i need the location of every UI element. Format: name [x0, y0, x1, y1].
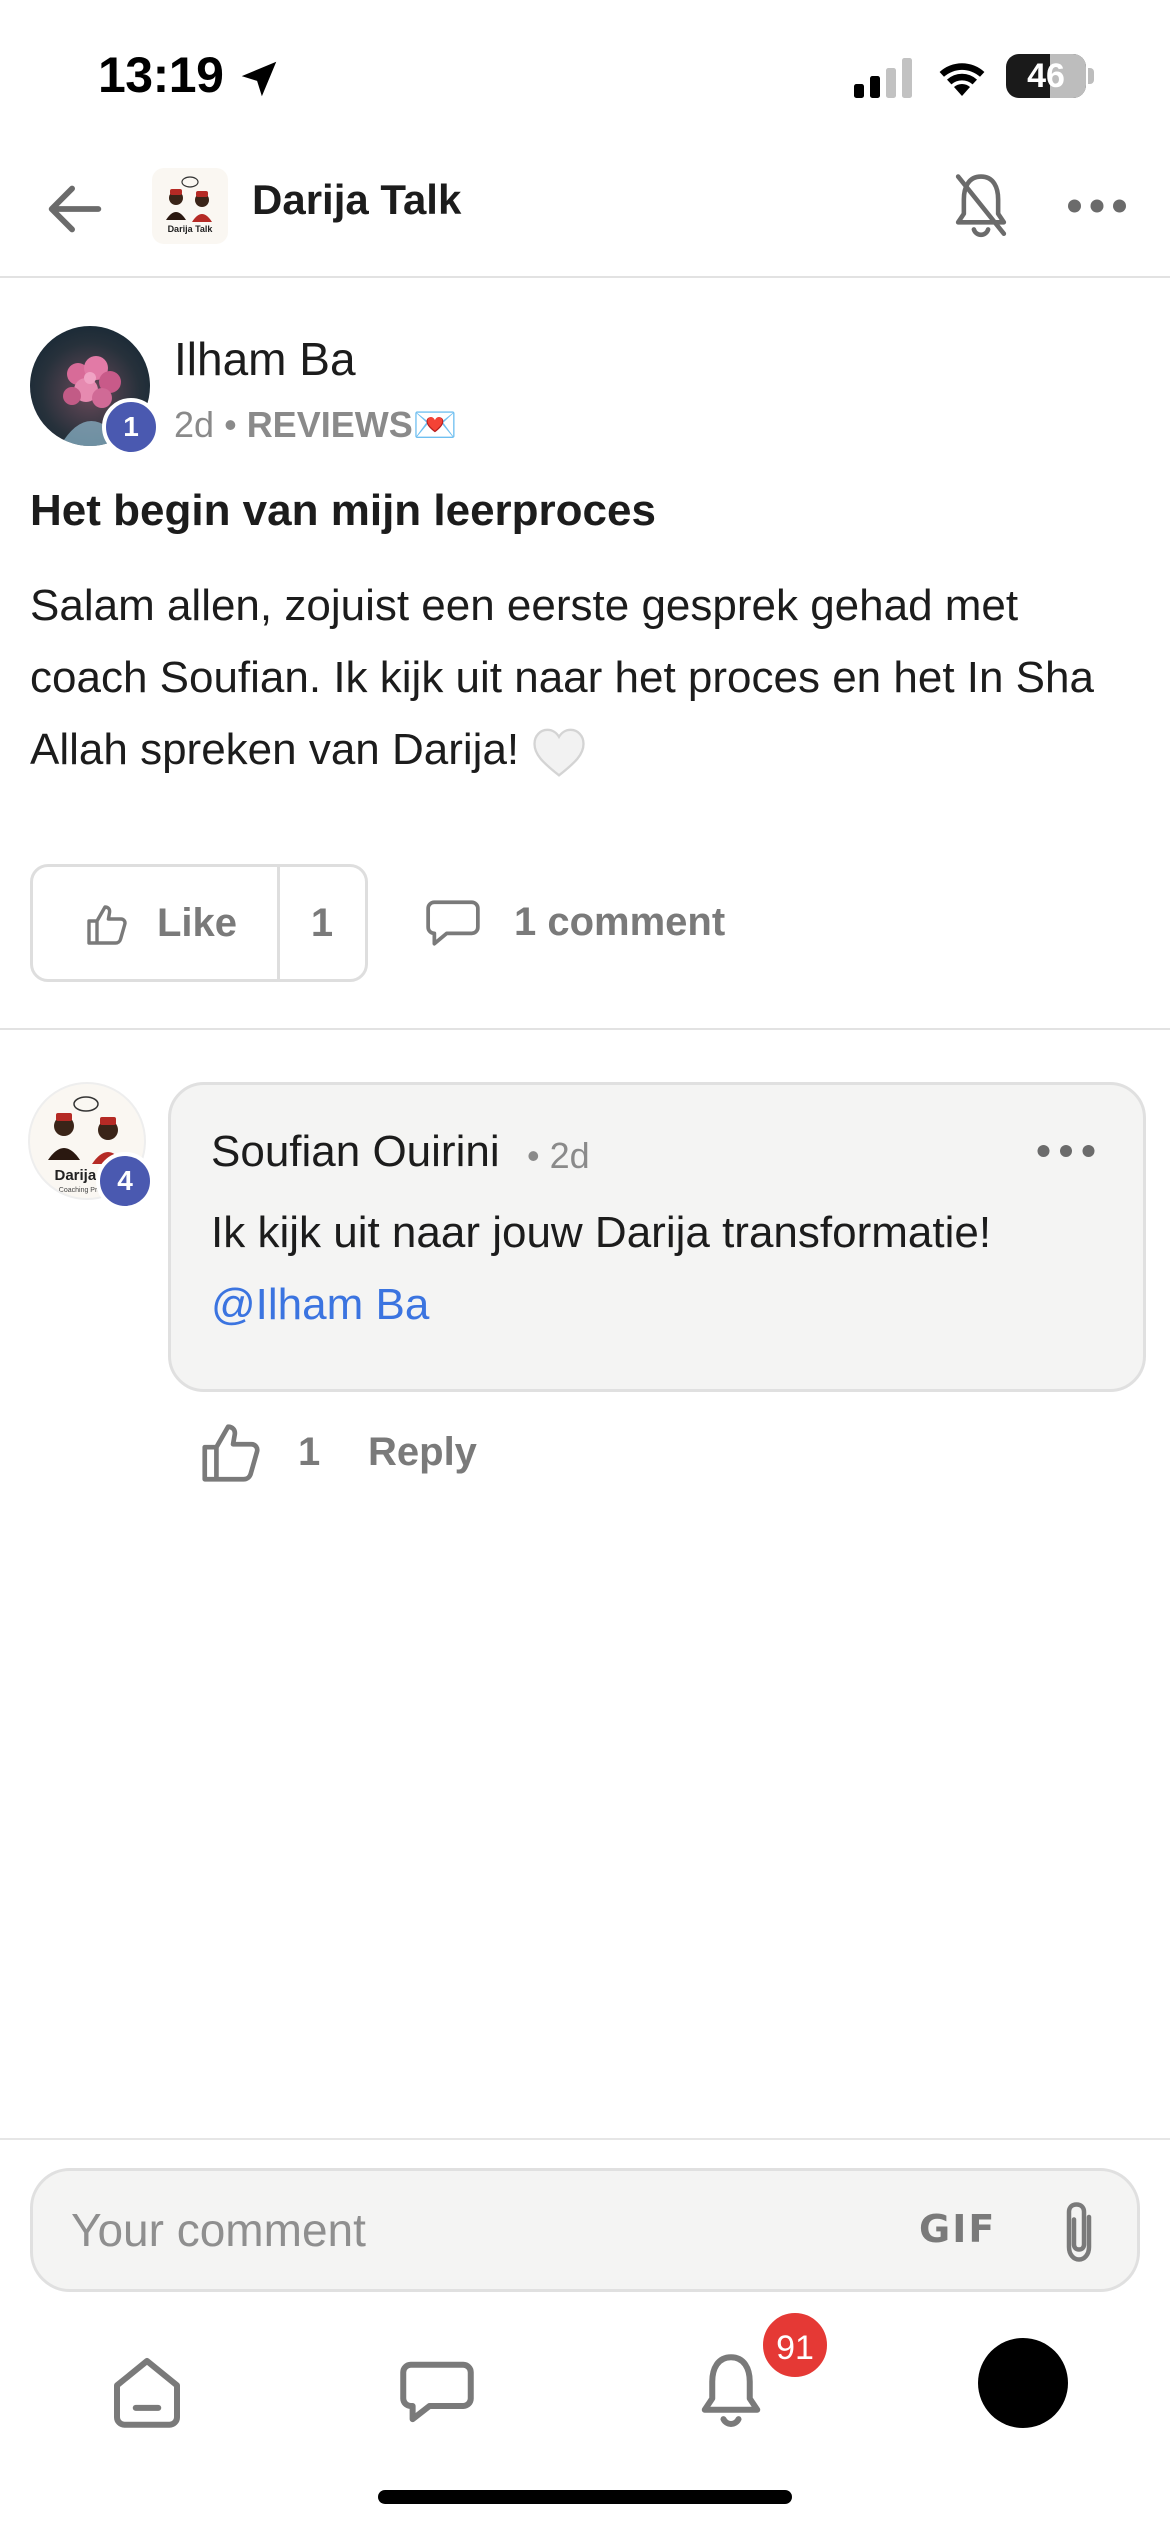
post-author-name[interactable]: Ilham Ba [174, 332, 356, 386]
white-heart-icon [533, 729, 586, 778]
bell-off-icon[interactable] [946, 168, 1016, 248]
wifi-icon [939, 63, 985, 96]
battery-indicator: 46 [1006, 54, 1094, 98]
comment-text: Ik kijk uit naar jouw Darija transformat… [211, 1197, 1121, 1341]
commenter-level-badge: 4 [96, 1152, 154, 1210]
post-body: Salam allen, zojuist een eerste gesprek … [30, 570, 1140, 786]
commenter-name[interactable]: Soufian Ouirini [211, 1127, 500, 1177]
like-count[interactable]: 1 [279, 901, 365, 946]
comment-bubble-icon [426, 900, 480, 946]
comment-bubble: Soufian Ouirini • 2d Ik kijk uit naar jo… [168, 1082, 1146, 1392]
paperclip-icon[interactable] [1049, 2197, 1109, 2267]
mention-link[interactable]: @Ilham Ba [211, 1269, 1121, 1341]
status-time: 13:19 [98, 47, 224, 103]
comment-count-button[interactable]: 1 comment [420, 864, 740, 982]
comment-like-count[interactable]: 1 [298, 1430, 320, 1475]
comment-composer: GIF [0, 2138, 1170, 2292]
post-title: Het begin van mijn leerproces [30, 486, 656, 535]
group-logo[interactable]: Darija Talk [152, 168, 228, 244]
cellular-signal-icon [854, 58, 912, 98]
chat-icon[interactable] [392, 2346, 482, 2436]
comment-thumbs-up-icon[interactable] [196, 1418, 266, 1488]
svg-text:Coaching Pro: Coaching Pro [59, 1187, 102, 1194]
category-emoji: 💌 [412, 404, 458, 445]
post-age: 2d [174, 404, 215, 445]
meta-separator: • [224, 404, 237, 445]
comment-time: • 2d [527, 1135, 590, 1176]
battery-percent: 46 [1027, 57, 1065, 95]
comment-more-options-icon[interactable] [1031, 1121, 1101, 1181]
notification-count-badge: 91 [760, 2310, 830, 2380]
post-meta: 2d • REVIEWS💌 [174, 404, 458, 446]
post-category[interactable]: REVIEWS [247, 404, 413, 445]
app-header: Darija Talk Darija Talk [0, 150, 1170, 278]
home-indicator [378, 2490, 792, 2504]
group-name[interactable]: Darija Talk [252, 176, 461, 224]
reply-button[interactable]: Reply [368, 1430, 477, 1475]
location-arrow-icon [241, 61, 277, 97]
home-icon[interactable] [102, 2346, 192, 2436]
darija-talk-logo-icon: Darija Talk [166, 176, 214, 234]
comment-input[interactable] [71, 2195, 871, 2265]
like-button[interactable]: Like [33, 867, 277, 979]
like-label: Like [157, 901, 238, 945]
like-control: Like 1 [30, 864, 368, 982]
thumbs-up-icon [87, 905, 127, 945]
post: 1 Ilham Ba 2d • REVIEWS💌 Het begin van m… [0, 280, 1170, 1030]
comment-input-container: GIF [30, 2168, 1140, 2292]
svg-text:Darija Talk: Darija Talk [168, 224, 214, 234]
more-options-icon[interactable] [1062, 176, 1132, 236]
gif-button[interactable]: GIF [919, 2207, 996, 2251]
comment-count-label: 1 comment [514, 900, 726, 944]
author-level-badge: 1 [102, 398, 160, 456]
back-arrow-icon[interactable] [40, 174, 110, 244]
status-bar: 13:19 46 [0, 0, 1170, 150]
comment-body: Ik kijk uit naar jouw Darija transformat… [211, 1208, 992, 1257]
profile-avatar-button[interactable] [978, 2338, 1068, 2428]
